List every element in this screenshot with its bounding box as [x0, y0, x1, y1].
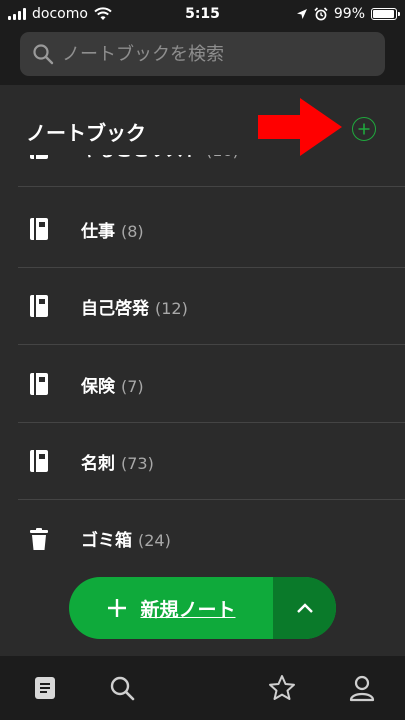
plus-icon: [108, 599, 127, 617]
location-icon: [296, 9, 307, 19]
status-right: 99%: [296, 6, 405, 22]
star-icon[interactable]: [268, 674, 296, 702]
search-area: [0, 28, 405, 85]
notebook-count: (8): [121, 221, 144, 241]
notebook-count: (12): [155, 298, 188, 318]
battery-icon: [371, 8, 400, 20]
expand-menu-button[interactable]: [273, 577, 336, 639]
trash-name: ゴミ箱: [81, 531, 132, 551]
notebook-name: 保険: [81, 376, 115, 397]
search-icon: [33, 44, 54, 65]
notebook-count: (7): [121, 376, 144, 396]
notes-icon[interactable]: [31, 674, 59, 702]
chevron-up-icon: [296, 603, 313, 613]
notebook-item[interactable]: 自己啓発 (12): [18, 268, 405, 345]
search-icon[interactable]: [108, 674, 136, 702]
trash-icon: [30, 527, 48, 550]
new-note-button[interactable]: 新規ノート: [69, 577, 273, 639]
new-note-button-group: 新規ノート: [69, 577, 336, 639]
notebook-icon: [30, 295, 48, 317]
notebook-list: やることリスト(16) 仕事(8) 自己啓発(12) 保険(7): [0, 130, 405, 570]
trash-count: (24): [138, 531, 171, 550]
add-notebook-button[interactable]: [352, 117, 376, 141]
account-icon[interactable]: [348, 674, 376, 702]
battery-percent: 99%: [333, 6, 365, 22]
notebook-name: 自己啓発: [81, 298, 149, 319]
search-input[interactable]: [60, 42, 364, 66]
notebook-name: 仕事: [81, 221, 115, 242]
notebook-name-label: 名刺 (73): [81, 449, 154, 474]
notebook-icon: [30, 450, 48, 472]
notebook-name-label: 自己啓発 (12): [81, 294, 188, 319]
trash-name-label: ゴミ箱 (24): [81, 526, 171, 551]
search-bar[interactable]: [20, 32, 385, 76]
notebook-icon: [30, 373, 48, 395]
notebook-name-label: 仕事 (8): [81, 217, 144, 242]
plus-icon: [358, 123, 370, 135]
alarm-icon: [314, 7, 328, 21]
notebook-item[interactable]: 保険 (7): [18, 346, 405, 423]
new-note-label: 新規ノート: [140, 598, 236, 621]
section-header: ノートブック: [0, 85, 405, 155]
notebook-name: 名刺: [81, 453, 115, 474]
red-arrow-annotation: [258, 98, 342, 156]
status-bar: docomo 5:15 99%: [0, 0, 405, 28]
tab-bar: [0, 656, 405, 720]
trash-item[interactable]: ゴミ箱 (24): [18, 500, 405, 570]
notebook-count: (73): [121, 453, 154, 473]
section-title: ノートブック: [26, 121, 146, 145]
notebook-icon: [30, 218, 48, 240]
notebook-name-label: 保険 (7): [81, 372, 144, 397]
notebook-item[interactable]: 仕事 (8): [18, 191, 405, 268]
notebook-item[interactable]: 名刺 (73): [18, 423, 405, 500]
